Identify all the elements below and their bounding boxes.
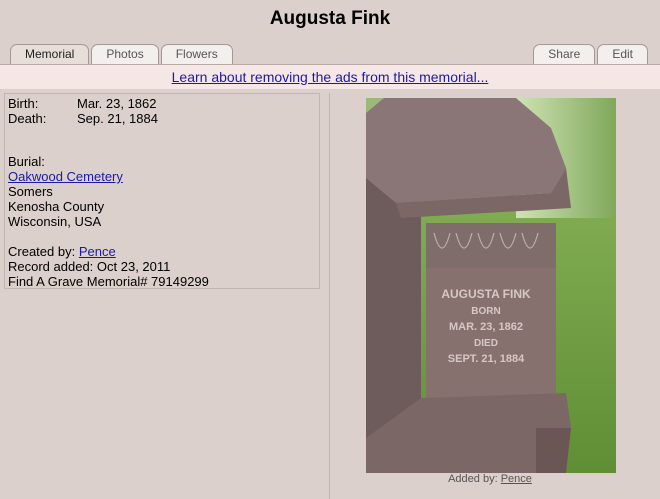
death-row: Death: Sep. 21, 1884 xyxy=(8,111,316,126)
created-by-row: Created by: Pence xyxy=(8,244,316,259)
edit-button[interactable]: Edit xyxy=(597,44,648,64)
gravestone-photo[interactable]: AUGUSTA FINK BORN MAR. 23, 1862 DIED SEP… xyxy=(366,98,616,473)
photo-caption: Added by: Pence xyxy=(330,473,650,485)
inscription-death-date: SEPT. 21, 1884 xyxy=(448,353,525,365)
page-title: Augusta Fink xyxy=(269,8,391,29)
photo-panel: AUGUSTA FINK BORN MAR. 23, 1862 DIED SEP… xyxy=(329,93,649,499)
share-button[interactable]: Share xyxy=(533,44,596,64)
inscription-birth-date: MAR. 23, 1862 xyxy=(449,321,523,333)
burial-state-country: Wisconsin, USA xyxy=(8,214,102,229)
record-added: Record added: Oct 23, 2011 xyxy=(8,259,171,274)
cemetery-link[interactable]: Oakwood Cemetery xyxy=(8,169,123,184)
birth-label: Birth: xyxy=(8,96,39,111)
burial-label: Burial: xyxy=(8,154,45,169)
tab-memorial[interactable]: Memorial xyxy=(10,44,90,64)
tab-flowers[interactable]: Flowers xyxy=(160,44,233,64)
death-date: Sep. 21, 1884 xyxy=(77,111,158,126)
death-label: Death: xyxy=(8,111,47,126)
inscription-died: DIED xyxy=(474,338,498,349)
ad-removal-banner: Learn about removing the ads from this m… xyxy=(0,64,660,89)
inscription-name: AUGUSTA FINK xyxy=(441,287,531,301)
memorial-id: Find A Grave Memorial# 79149299 xyxy=(8,274,209,289)
inscription-born: BORN xyxy=(471,306,500,317)
burial-county: Kenosha County xyxy=(8,199,105,214)
added-by-label: Added by: xyxy=(448,473,498,485)
tab-bar-right: Share Edit xyxy=(533,44,648,64)
burial-city: Somers xyxy=(8,184,53,199)
tab-bar-left: Memorial Photos Flowers xyxy=(10,44,233,64)
birth-date: Mar. 23, 1862 xyxy=(77,96,157,111)
created-by-label: Created by: xyxy=(8,244,76,259)
creator-link[interactable]: Pence xyxy=(79,244,116,259)
remove-ads-link[interactable]: Learn about removing the ads from this m… xyxy=(172,69,489,85)
tab-photos[interactable]: Photos xyxy=(91,44,159,64)
photo-contributor-link[interactable]: Pence xyxy=(501,473,532,485)
memorial-info-box: Birth: Mar. 23, 1862 Death: Sep. 21, 188… xyxy=(4,93,320,289)
birth-row: Birth: Mar. 23, 1862 xyxy=(8,96,316,111)
